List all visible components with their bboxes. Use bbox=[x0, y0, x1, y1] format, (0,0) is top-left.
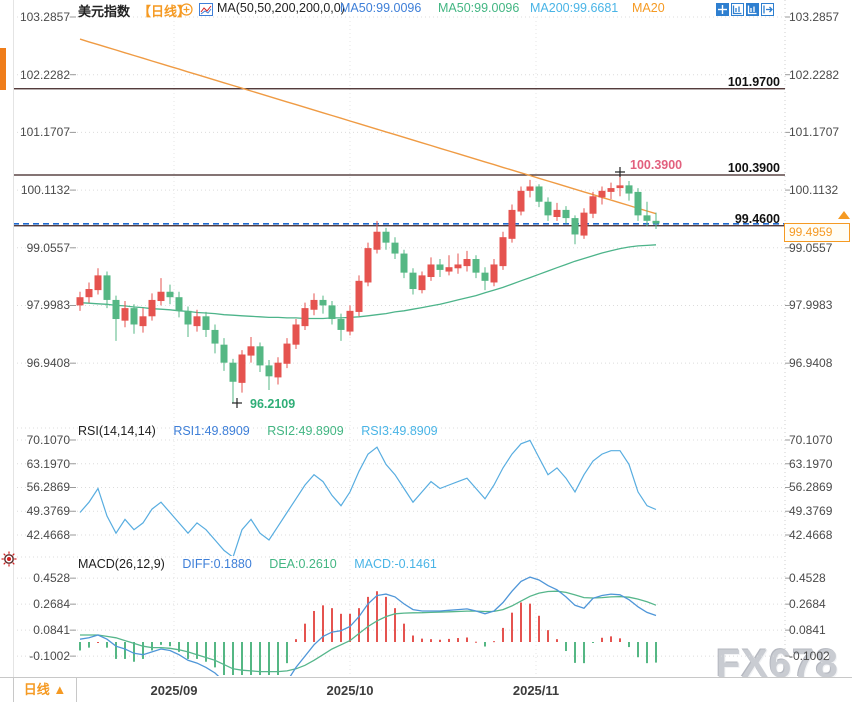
rsi-axis-label: 42.4668 bbox=[789, 528, 832, 542]
x-axis-label-sep: 2025/09 bbox=[144, 683, 204, 698]
x-axis-label-nov: 2025/11 bbox=[506, 683, 566, 698]
rsi-axis-label: 42.4668 bbox=[12, 528, 70, 542]
rsi-axis-label: 56.2869 bbox=[12, 480, 70, 494]
price-axis-label: 101.1707 bbox=[789, 125, 839, 139]
ma200-value: MA200:99.6681 bbox=[530, 1, 618, 15]
chart-canvas[interactable] bbox=[0, 0, 852, 702]
price-axis-label: 97.9983 bbox=[12, 298, 70, 312]
price-axis-label: 99.0557 bbox=[789, 241, 832, 255]
low-price-annotation: 96.2109 bbox=[250, 397, 295, 411]
mini-chart-icon[interactable] bbox=[199, 3, 213, 16]
level-price-label: 100.3900 bbox=[710, 161, 780, 175]
period-selector[interactable]: 日线 ▲ bbox=[13, 678, 77, 702]
add-indicator-icon[interactable] bbox=[180, 3, 193, 16]
ma-settings-label: MA(50,50,200,200,0,0) bbox=[217, 1, 345, 15]
chart-window: FX678 美元指数 【日线】 MA(50,5 bbox=[0, 0, 852, 702]
ma50-value-1: MA50:99.0096 bbox=[340, 1, 421, 15]
rsi-axis-label: 56.2869 bbox=[789, 480, 832, 494]
price-axis-label: 102.2282 bbox=[789, 68, 839, 82]
macd-value: MACD:-0.1461 bbox=[354, 557, 437, 571]
price-up-arrow-icon bbox=[838, 211, 850, 219]
macd-axis-label: 0.4528 bbox=[789, 571, 826, 585]
price-axis-label: 97.9983 bbox=[789, 298, 832, 312]
dea-value: DEA:0.2610 bbox=[269, 557, 336, 571]
macd-axis-label: 0.2684 bbox=[12, 597, 70, 611]
level-price-label: 99.4600 bbox=[710, 212, 780, 226]
macd-axis-label: 0.0841 bbox=[12, 623, 70, 637]
chart-toolbar bbox=[716, 3, 774, 16]
rsi-axis-label: 63.1970 bbox=[12, 457, 70, 471]
rsi-axis-label: 49.3769 bbox=[789, 504, 832, 518]
price-axis-label: 100.1132 bbox=[12, 183, 70, 197]
macd-axis-label: 0.0841 bbox=[789, 623, 826, 637]
diff-value: DIFF:0.1880 bbox=[182, 557, 251, 571]
ma20-label: MA20 bbox=[632, 1, 665, 15]
symbol-title: 美元指数 bbox=[78, 1, 130, 20]
price-axis-label: 96.9408 bbox=[12, 356, 70, 370]
x-axis-label-oct: 2025/10 bbox=[320, 683, 380, 698]
period-up-arrow-icon: ▲ bbox=[53, 682, 66, 697]
bottom-time-bar: 日线 ▲ 2025/09 2025/10 2025/11 bbox=[0, 677, 852, 702]
rsi2-value: RSI2:49.8909 bbox=[267, 424, 343, 438]
price-axis-label: 96.9408 bbox=[789, 356, 832, 370]
price-axis-label: 99.0557 bbox=[12, 241, 70, 255]
rsi-axis-label: 63.1970 bbox=[789, 457, 832, 471]
macd-title: MACD(26,12,9) bbox=[78, 557, 165, 571]
ma50-value-2: MA50:99.0096 bbox=[438, 1, 519, 15]
period-label: 日线 bbox=[24, 682, 50, 697]
sun-indicator-icon[interactable] bbox=[1, 551, 17, 567]
rsi-title: RSI(14,14,14) bbox=[78, 424, 156, 438]
level-price-label: 101.9700 bbox=[710, 75, 780, 89]
price-axis-label: 102.2282 bbox=[12, 68, 70, 82]
high-price-annotation: 100.3900 bbox=[630, 158, 682, 172]
axis-scale-icon[interactable] bbox=[731, 3, 744, 16]
macd-axis-label: -0.1002 bbox=[789, 649, 830, 663]
macd-axis-label: -0.1002 bbox=[12, 649, 70, 663]
rsi-panel-header: RSI(14,14,14) RSI1:49.8909 RSI2:49.8909 … bbox=[78, 424, 452, 438]
bar-chart-icon[interactable] bbox=[746, 3, 759, 16]
macd-axis-label: 0.4528 bbox=[12, 571, 70, 585]
rsi-axis-label: 70.1070 bbox=[789, 433, 832, 447]
rsi-axis-label: 49.3769 bbox=[12, 504, 70, 518]
current-price-badge: 99.4959 bbox=[784, 223, 850, 242]
rsi1-value: RSI1:49.8909 bbox=[173, 424, 249, 438]
exit-panel-icon[interactable] bbox=[761, 3, 774, 16]
price-axis-label: 101.1707 bbox=[12, 125, 70, 139]
rsi3-value: RSI3:49.8909 bbox=[361, 424, 437, 438]
price-axis-label: 100.1132 bbox=[789, 183, 838, 197]
crosshair-move-icon[interactable] bbox=[716, 3, 729, 16]
macd-axis-label: 0.2684 bbox=[789, 597, 826, 611]
macd-panel-header: MACD(26,12,9) DIFF:0.1880 DEA:0.2610 MAC… bbox=[78, 557, 451, 571]
sidebar-highlight-bar bbox=[0, 48, 6, 90]
rsi-axis-label: 70.1070 bbox=[12, 433, 70, 447]
